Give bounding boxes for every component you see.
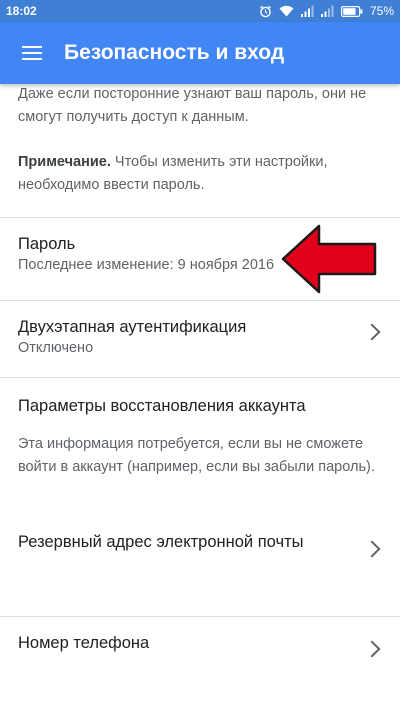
status-icons: 75%	[259, 4, 394, 18]
note-paragraph: Примечание. Чтобы изменить эти настройки…	[18, 151, 382, 197]
status-bar: 18:02 75%	[0, 0, 400, 22]
phone-label: Номер телефона	[18, 634, 150, 652]
intro-block: Даже если посторонние узнают ваш пароль,…	[0, 83, 400, 217]
status-time: 18:02	[6, 4, 37, 18]
main-content: Даже если посторонние узнают ваш пароль,…	[0, 84, 400, 687]
signal-icon	[300, 5, 314, 17]
two-step-item[interactable]: Двухэтапная аутентификация Отключено	[0, 301, 400, 377]
note-label: Примечание.	[18, 154, 111, 170]
battery-icon	[340, 5, 363, 17]
alarm-icon	[259, 5, 272, 18]
page-title: Безопасность и вход	[64, 41, 285, 64]
wifi-icon	[279, 5, 294, 17]
chevron-right-icon	[363, 540, 381, 558]
phone-item[interactable]: Номер телефона	[0, 617, 400, 687]
intro-text: Даже если посторонние узнают ваш пароль,…	[18, 86, 367, 125]
recovery-section: Параметры восстановления аккаунта Эта ин…	[0, 378, 400, 516]
battery-percent: 75%	[369, 4, 394, 18]
backup-email-item[interactable]: Резервный адрес электронной почты	[0, 516, 400, 616]
recovery-title: Параметры восстановления аккаунта	[18, 397, 306, 415]
two-step-label: Двухэтапная аутентификация	[18, 318, 247, 336]
menu-icon	[22, 46, 42, 60]
signal-icon-2	[320, 5, 334, 17]
two-step-status: Отключено	[18, 340, 94, 356]
recovery-description: Эта информация потребуется, если вы не с…	[18, 436, 375, 475]
red-arrow-annotation	[281, 224, 377, 294]
app-bar: Безопасность и вход	[0, 22, 400, 84]
backup-email-label: Резервный адрес электронной почты	[18, 533, 304, 551]
menu-button[interactable]	[0, 22, 64, 84]
